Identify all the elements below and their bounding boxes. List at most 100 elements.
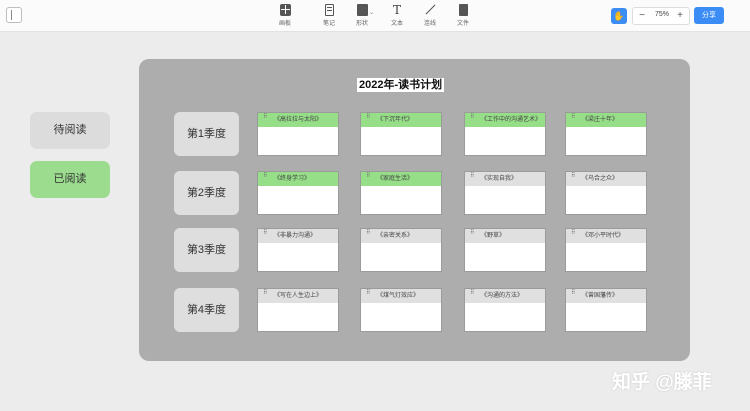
tool-line[interactable]: 连线 — [415, 4, 445, 27]
zoom-control: − 75% + — [632, 7, 690, 25]
drag-handle-icon[interactable]: ⠿ — [470, 230, 477, 239]
file-icon — [458, 4, 468, 16]
drag-handle-icon[interactable]: ⠿ — [366, 173, 373, 182]
book-title: 《乌合之众》 — [582, 176, 619, 182]
book-card[interactable]: ⠿ 《梁庄十年》 — [565, 112, 647, 156]
book-card-header: ⠿ 《写在人生边上》 — [258, 289, 338, 303]
tool-shape-label: 形状 — [355, 21, 368, 27]
tool-board[interactable]: 画板 — [270, 4, 300, 27]
sidebar-toggle-icon[interactable] — [6, 7, 22, 23]
book-card[interactable]: ⠿ 《实现自我》 — [464, 171, 546, 215]
book-title: 《高拉拉与太阳》 — [274, 117, 323, 123]
book-title: 《写在人生边上》 — [274, 293, 323, 299]
book-card[interactable]: ⠿ 《下沉年代》 — [360, 112, 442, 156]
book-title: 《实现自我》 — [481, 176, 518, 182]
book-card[interactable]: ⠿ 《写在人生边上》 — [257, 288, 339, 332]
line-icon — [424, 4, 436, 16]
book-card-header: ⠿ 《乌合之众》 — [566, 172, 646, 186]
book-title: 《终身学习》 — [274, 176, 311, 182]
book-title: 《非暴力沟通》 — [274, 233, 317, 239]
book-card[interactable]: ⠿ 《高拉拉与太阳》 — [257, 112, 339, 156]
watermark: 知乎 @滕菲 — [612, 372, 712, 393]
book-card-header: ⠿ 《非暴力沟通》 — [258, 229, 338, 243]
tool-line-label: 连线 — [423, 21, 436, 27]
book-card[interactable]: ⠿ 《邓小平时代》 — [565, 228, 647, 272]
drag-handle-icon[interactable]: ⠿ — [571, 290, 578, 299]
drag-handle-icon[interactable]: ⠿ — [470, 290, 477, 299]
book-card-header: ⠿ 《家庭生活》 — [361, 172, 441, 186]
drag-handle-icon[interactable]: ⠿ — [263, 230, 270, 239]
drag-handle-icon[interactable]: ⠿ — [571, 173, 578, 182]
book-card-header: ⠿ 《邓小平时代》 — [566, 229, 646, 243]
book-card[interactable]: ⠿ 《非暴力沟通》 — [257, 228, 339, 272]
book-title: 《下沉年代》 — [377, 117, 414, 123]
drag-handle-icon[interactable]: ⠿ — [470, 173, 477, 182]
book-card-header: ⠿ 《终身学习》 — [258, 172, 338, 186]
drag-handle-icon[interactable]: ⠿ — [366, 290, 373, 299]
tool-note[interactable]: 笔记 — [314, 4, 344, 27]
board-title[interactable]: 2022年-读书计划 — [357, 78, 445, 92]
zoom-in-button[interactable]: + — [674, 9, 686, 23]
hand-tool-button[interactable]: ✋ — [611, 8, 627, 24]
book-title: 《梁庄十年》 — [582, 117, 619, 123]
book-card-header: ⠿ 《煤气灯效应》 — [361, 289, 441, 303]
tool-shape[interactable]: ⌄ 形状 — [347, 4, 377, 27]
book-card[interactable]: ⠿ 《煤气灯效应》 — [360, 288, 442, 332]
book-title: 《煤气灯效应》 — [377, 293, 420, 299]
zoom-out-button[interactable]: − — [636, 9, 648, 23]
tool-file[interactable]: 文件 — [448, 4, 478, 27]
status-read-tile[interactable]: 已阅读 — [30, 161, 110, 198]
book-title: 《家庭生活》 — [377, 176, 414, 182]
book-card-header: ⠿ 《工作中的沟通艺术》 — [465, 113, 545, 127]
book-card[interactable]: ⠿ 《沟通的方法》 — [464, 288, 546, 332]
drag-handle-icon[interactable]: ⠿ — [263, 114, 270, 123]
book-card[interactable]: ⠿ 《曾国藩传》 — [565, 288, 647, 332]
reading-plan-board: 2022年-读书计划 第1季度 ⠿ 《高拉拉与太阳》 ⠿ 《下沉年代》 ⠿ 《工作中的沟通艺… — [139, 59, 690, 361]
book-card-header: ⠿ 《曾国藩传》 — [566, 289, 646, 303]
share-button[interactable]: 分享 — [694, 7, 724, 24]
book-card-header: ⠿ 《梁庄十年》 — [566, 113, 646, 127]
drag-handle-icon[interactable]: ⠿ — [571, 114, 578, 123]
book-card-header: ⠿ 《高拉拉与太阳》 — [258, 113, 338, 127]
status-unread-tile[interactable]: 待阅读 — [30, 112, 110, 149]
book-card-header: ⠿ 《实现自我》 — [465, 172, 545, 186]
book-title: 《沟通的方法》 — [481, 293, 524, 299]
zoom-level: 75% — [654, 11, 669, 18]
book-card[interactable]: ⠿ 《工作中的沟通艺术》 — [464, 112, 546, 156]
book-card-header: ⠿ 《野草》 — [465, 229, 545, 243]
book-title: 《曾国藩传》 — [582, 293, 619, 299]
tool-text[interactable]: T 文本 — [382, 4, 412, 27]
quarter-label[interactable]: 第3季度 — [174, 228, 239, 272]
drag-handle-icon[interactable]: ⠿ — [263, 173, 270, 182]
book-title: 《邓小平时代》 — [582, 233, 625, 239]
drag-handle-icon[interactable]: ⠿ — [470, 114, 477, 123]
quarter-label[interactable]: 第2季度 — [174, 171, 239, 215]
tool-file-label: 文件 — [456, 21, 469, 27]
book-title: 《野草》 — [481, 233, 506, 239]
tool-board-label: 画板 — [278, 21, 291, 27]
book-card[interactable]: ⠿ 《乌合之众》 — [565, 171, 647, 215]
book-title: 《亲密关系》 — [377, 233, 414, 239]
book-card[interactable]: ⠿ 《野草》 — [464, 228, 546, 272]
book-title: 《工作中的沟通艺术》 — [481, 117, 542, 123]
book-card[interactable]: ⠿ 《家庭生活》 — [360, 171, 442, 215]
drag-handle-icon[interactable]: ⠿ — [263, 290, 270, 299]
shape-icon — [356, 4, 368, 16]
quarter-label[interactable]: 第4季度 — [174, 288, 239, 332]
quarter-label[interactable]: 第1季度 — [174, 112, 239, 156]
drag-handle-icon[interactable]: ⠿ — [366, 114, 373, 123]
chevron-down-icon: ⌄ — [369, 10, 375, 16]
drag-handle-icon[interactable]: ⠿ — [571, 230, 578, 239]
book-card[interactable]: ⠿ 《亲密关系》 — [360, 228, 442, 272]
text-icon: T — [392, 3, 401, 17]
drag-handle-icon[interactable]: ⠿ — [366, 230, 373, 239]
tool-note-label: 笔记 — [322, 21, 335, 27]
note-icon — [324, 4, 334, 16]
tool-text-label: 文本 — [390, 21, 403, 27]
book-card-header: ⠿ 《下沉年代》 — [361, 113, 441, 127]
book-card-header: ⠿ 《沟通的方法》 — [465, 289, 545, 303]
book-card-header: ⠿ 《亲密关系》 — [361, 229, 441, 243]
book-card[interactable]: ⠿ 《终身学习》 — [257, 171, 339, 215]
hand-icon: ✋ — [613, 11, 625, 21]
board-icon — [279, 4, 291, 16]
